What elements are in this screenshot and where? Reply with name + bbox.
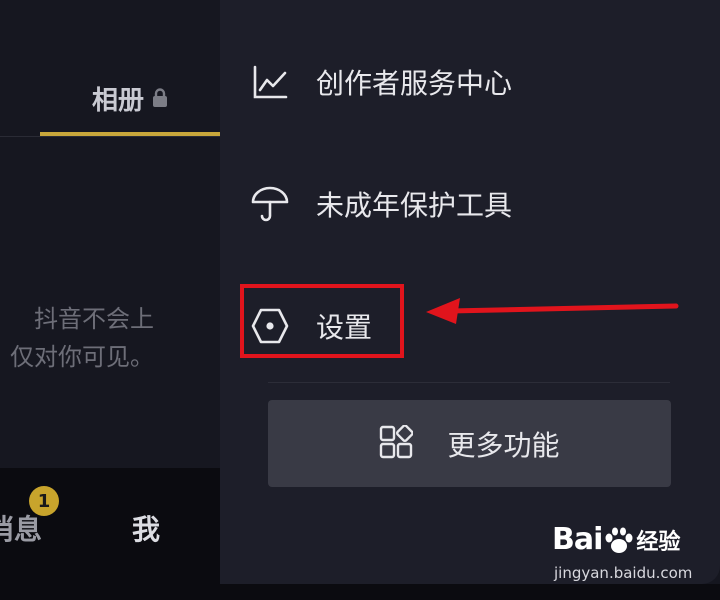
umbrella-icon [250,184,290,224]
settings-highlight-box [240,284,404,358]
menu-item-label: 创作者服务中心 [316,67,513,100]
tab-album[interactable]: 相册 [40,78,220,118]
nav-item-me[interactable]: 我 [132,508,160,548]
more-features-button[interactable]: 更多功能 [268,400,671,487]
divider [268,382,670,383]
messages-badge: 1 [29,486,59,516]
bottom-edge [0,584,720,600]
menu-item-creator-center[interactable]: 创作者服务中心 [250,52,670,112]
lock-icon [0,84,2,108]
privacy-notice: 抖音不会上 仅对你可见。 [10,300,154,376]
annotation-arrow [426,298,679,324]
grid-apps-icon [379,423,415,463]
more-features-label: 更多功能 [447,428,560,462]
watermark-logo: Bai 经验 [552,522,681,557]
baidu-watermark: Bai 经验 jingyan.baidu.com [552,522,712,584]
profile-background: 相册 抖音不会上 仅对你可见。 消息 1 我 [0,0,220,600]
chart-line-icon [250,62,290,102]
paw-icon [605,527,633,553]
menu-item-label: 未成年保护工具 [316,189,513,222]
privacy-notice-line2: 仅对你可见。 [10,343,154,371]
tab-album-label: 相册 [91,85,144,116]
menu-item-minor-protection[interactable]: 未成年保护工具 [250,174,670,234]
privacy-notice-line1: 抖音不会上 [34,305,154,333]
tab-active-indicator [40,132,220,136]
lock-icon [153,88,167,107]
watermark-site: jingyan.baidu.com [554,564,693,582]
profile-tab-bar: 相册 [0,0,220,137]
